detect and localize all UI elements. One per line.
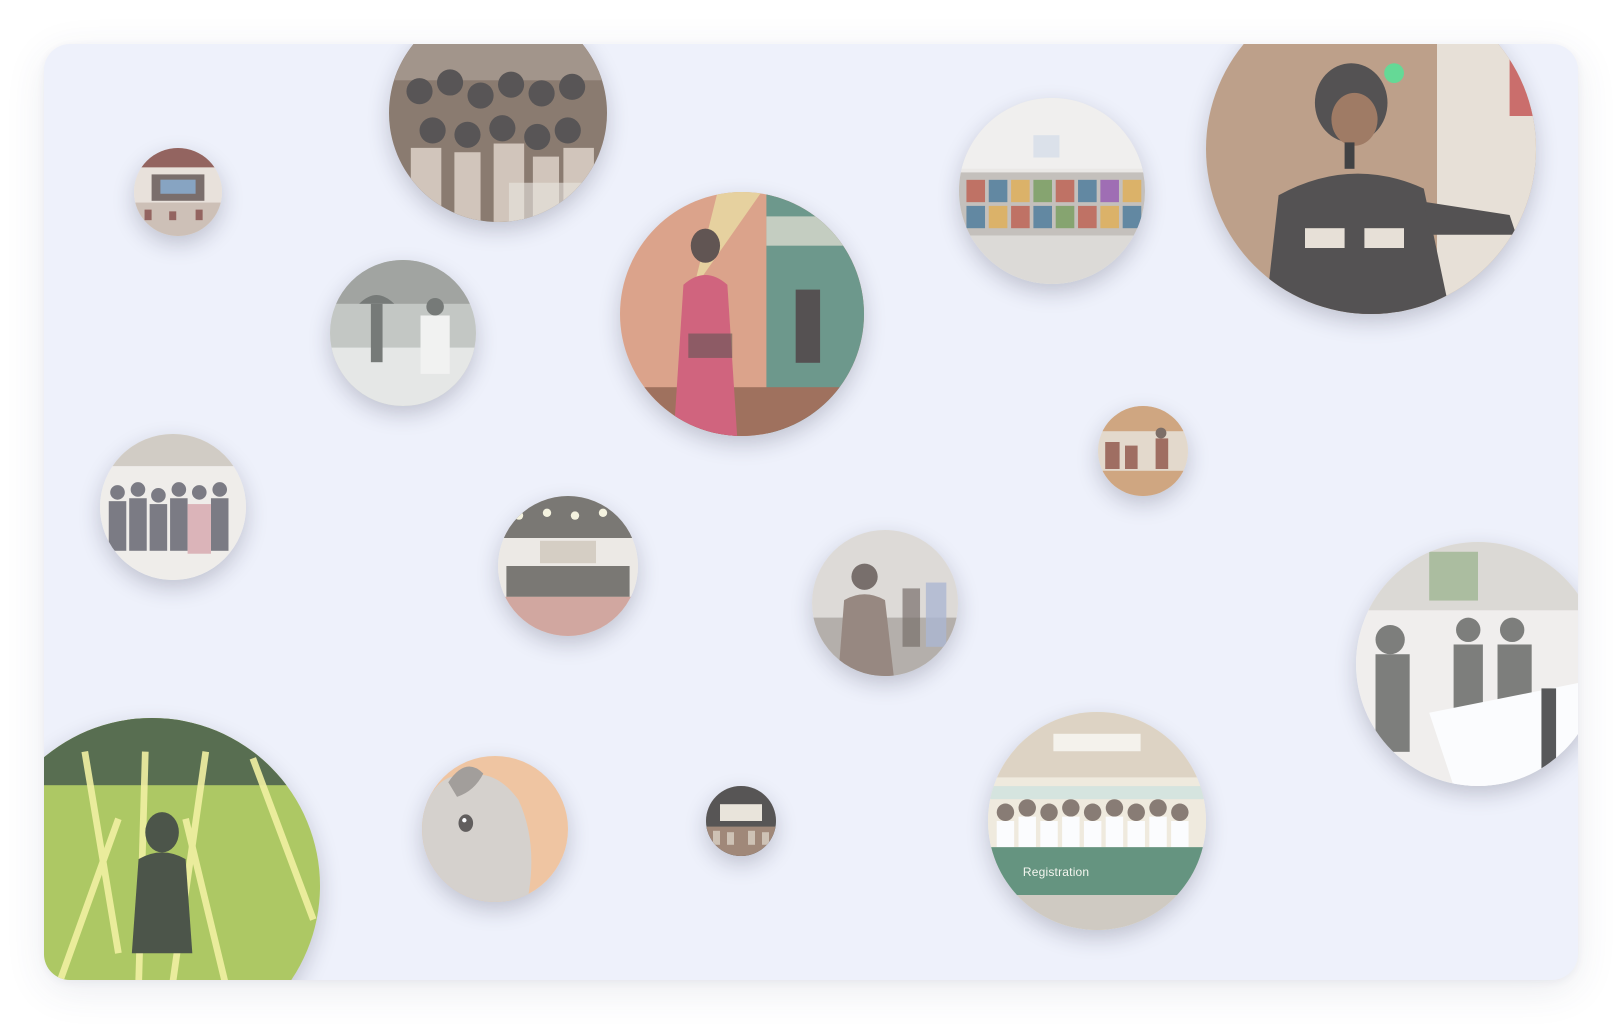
photo-bubble-concert-stage-wide[interactable]: [498, 496, 638, 636]
photo-bubble-students-dance-floor[interactable]: [100, 434, 246, 580]
photo-bubble-crowd-group-selfie[interactable]: [389, 44, 607, 222]
photo-bubble-green-light-concert[interactable]: [44, 718, 320, 980]
photo-bubble-dancer-pink-saree[interactable]: [620, 192, 864, 436]
photo-bubble-registration-desk[interactable]: [1356, 542, 1578, 786]
photo-bubble-woman-in-crowd[interactable]: [812, 530, 958, 676]
photo-bubble-auditorium-stage-small[interactable]: [134, 148, 222, 236]
photo-bubble-singer-performer[interactable]: [1206, 44, 1536, 314]
photo-bubble-classroom-audience[interactable]: [1098, 406, 1188, 496]
registration-banner-text: Registration: [1022, 864, 1090, 879]
photo-bubble-group-registration-banner[interactable]: Registration: [988, 712, 1206, 930]
photo-bubble-auditorium-stage-tiny[interactable]: [706, 786, 776, 856]
photo-bubble-gallery: Registration: [44, 44, 1578, 980]
photo-bubble-campus-walk-umbrella[interactable]: [330, 260, 476, 406]
photo-bubble-hallway-paintings[interactable]: [959, 98, 1145, 284]
photo-bubble-white-rabbit[interactable]: [422, 756, 568, 902]
